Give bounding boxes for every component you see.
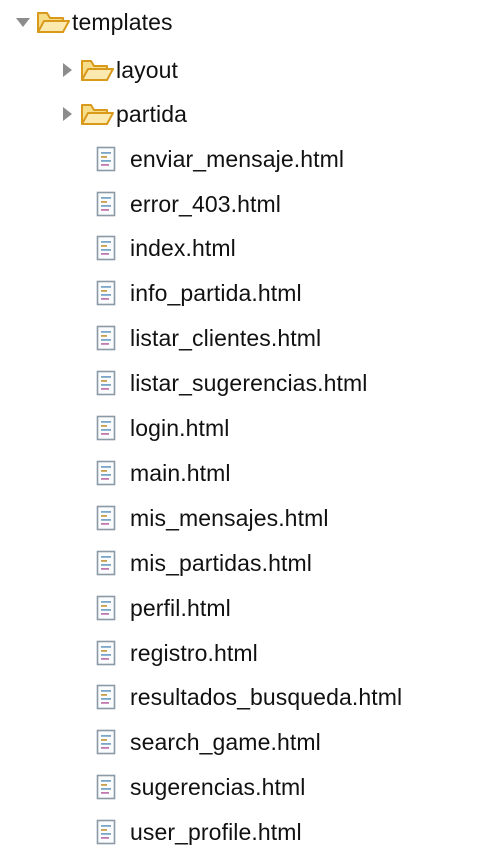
tree-item-label: resultados_busqueda.html xyxy=(130,684,403,710)
tree-item-file[interactable]: info_partida.html xyxy=(96,273,302,313)
html-file-icon xyxy=(96,640,116,666)
html-file-icon xyxy=(96,774,116,800)
html-file-icon xyxy=(96,280,116,306)
tree-item-label: partida xyxy=(116,101,188,127)
tree-item-label: listar_sugerencias.html xyxy=(130,370,368,396)
html-file-icon xyxy=(96,595,116,621)
tree-item-file[interactable]: listar_sugerencias.html xyxy=(96,363,368,403)
tree-item-file[interactable]: listar_clientes.html xyxy=(96,318,321,358)
tree-item-label: login.html xyxy=(130,415,230,441)
expand-arrow-right-icon[interactable] xyxy=(58,60,76,80)
tree-item-file[interactable]: sugerencias.html xyxy=(96,767,305,807)
tree-item-label: listar_clientes.html xyxy=(130,325,322,351)
tree-item-templates[interactable]: templates xyxy=(14,2,173,42)
tree-item-file[interactable]: error_403.html xyxy=(96,184,281,224)
tree-item-label: error_403.html xyxy=(130,191,281,217)
tree-item-label: search_game.html xyxy=(130,729,321,755)
tree-item-label: user_profile.html xyxy=(130,819,302,845)
expand-arrow-down-icon[interactable] xyxy=(14,12,32,32)
tree-item-file[interactable]: login.html xyxy=(96,408,229,448)
tree-item-file[interactable]: resultados_busqueda.html xyxy=(96,677,402,717)
html-file-icon xyxy=(96,370,116,396)
html-file-icon xyxy=(96,550,116,576)
tree-item-file[interactable]: registro.html xyxy=(96,633,258,673)
html-file-icon xyxy=(96,505,116,531)
html-file-icon xyxy=(96,235,116,261)
tree-item-partida[interactable]: partida xyxy=(58,94,187,134)
expand-arrow-right-icon[interactable] xyxy=(58,104,76,124)
tree-item-label: sugerencias.html xyxy=(130,774,306,800)
tree-item-file[interactable]: user_profile.html xyxy=(96,812,302,852)
project-explorer-tree: templates layout partida enviar_mensaje.… xyxy=(0,0,504,856)
tree-item-file[interactable]: enviar_mensaje.html xyxy=(96,139,344,179)
html-file-icon xyxy=(96,146,116,172)
tree-item-label: templates xyxy=(72,9,173,35)
folder-open-icon xyxy=(36,9,70,35)
tree-item-label: mis_mensajes.html xyxy=(130,505,329,531)
tree-item-label: main.html xyxy=(130,460,231,486)
html-file-icon xyxy=(96,415,116,441)
tree-item-label: mis_partidas.html xyxy=(130,550,312,576)
html-file-icon xyxy=(96,729,116,755)
html-file-icon xyxy=(96,325,116,351)
tree-item-file[interactable]: main.html xyxy=(96,453,231,493)
html-file-icon xyxy=(96,460,116,486)
tree-item-file[interactable]: mis_partidas.html xyxy=(96,543,312,583)
tree-item-file[interactable]: search_game.html xyxy=(96,722,321,762)
html-file-icon xyxy=(96,819,116,845)
tree-item-label: registro.html xyxy=(130,640,258,666)
folder-open-icon xyxy=(80,101,114,127)
tree-item-label: layout xyxy=(116,57,178,83)
folder-open-icon xyxy=(80,57,114,83)
tree-item-file[interactable]: mis_mensajes.html xyxy=(96,498,329,538)
tree-item-layout[interactable]: layout xyxy=(58,50,178,90)
tree-item-file[interactable]: index.html xyxy=(96,228,236,268)
html-file-icon xyxy=(96,684,116,710)
tree-item-label: info_partida.html xyxy=(130,280,302,306)
tree-item-label: enviar_mensaje.html xyxy=(130,146,345,172)
tree-item-label: index.html xyxy=(130,235,236,261)
tree-item-file[interactable]: perfil.html xyxy=(96,588,231,628)
tree-item-label: perfil.html xyxy=(130,595,231,621)
html-file-icon xyxy=(96,191,116,217)
